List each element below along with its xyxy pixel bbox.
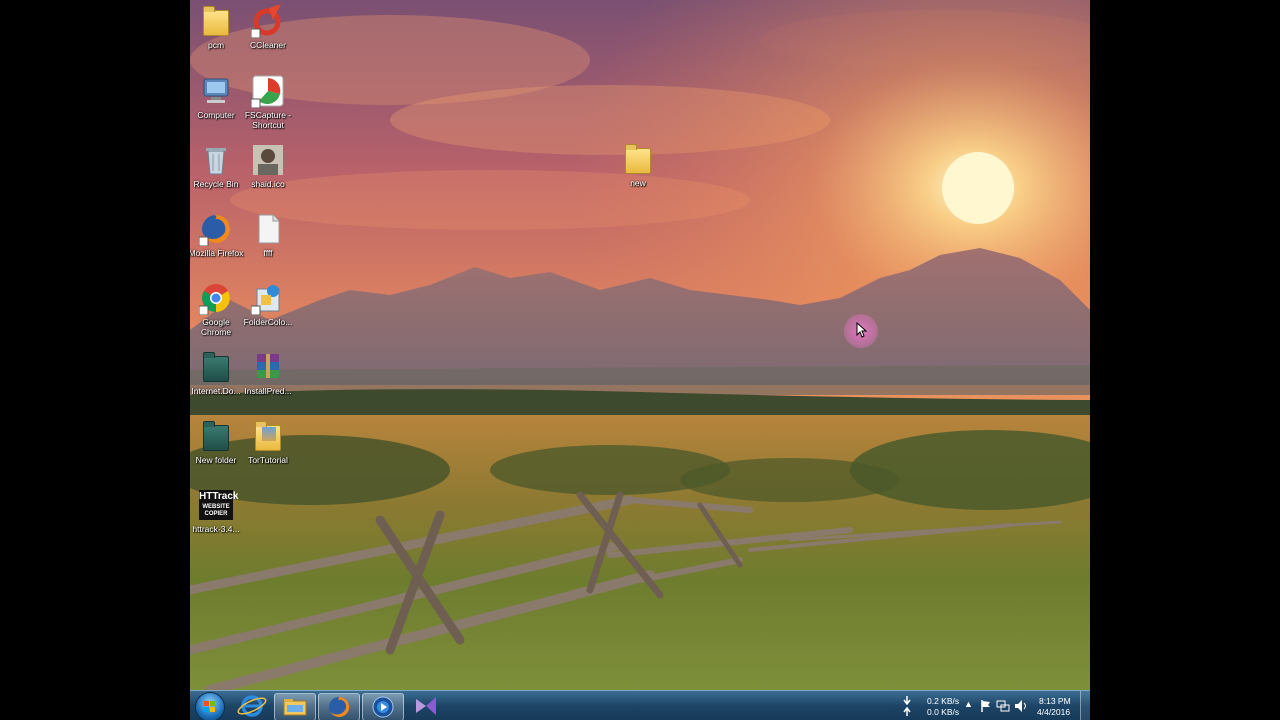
- windows-logo-icon: [204, 701, 215, 712]
- clock-date[interactable]: 4/4/2016: [1037, 707, 1070, 717]
- httrack-icon: HTTrack WEBSITE COPIER: [197, 488, 238, 522]
- desktop-icon-label: Internet.Do...: [191, 386, 241, 396]
- desktop-icon-label: Computer: [197, 110, 235, 120]
- computer-icon: [199, 74, 233, 108]
- folder-icon: [199, 350, 233, 384]
- windows-explorer-icon: [283, 699, 307, 716]
- desktop-icon-internet-download[interactable]: Internet.Do...: [190, 350, 244, 396]
- taskbar: 0.2 KB/s 0.0 KB/s ▲ 8:13 PM 4/4/2016: [190, 690, 1090, 720]
- file-icon: [251, 212, 285, 246]
- folder-icon: [199, 4, 233, 38]
- desktop-icon-label: ffff: [263, 248, 273, 258]
- folder-icon: [621, 142, 655, 176]
- desktop-icon-label: httrack-3.4...: [192, 524, 240, 534]
- folder-icon: [199, 419, 233, 453]
- desktop-icon-tortutorial[interactable]: TorTutorial: [240, 419, 296, 465]
- desktop-icon-label: TorTutorial: [248, 455, 288, 465]
- desktop-icon-chrome[interactable]: Google Chrome: [190, 281, 244, 337]
- desktop-icon-shaid-ico[interactable]: shaid.ico: [240, 143, 296, 189]
- taskbar-internet-explorer[interactable]: [232, 693, 272, 719]
- desktop-icon-label: new: [630, 178, 646, 188]
- desktop-icon-httrack[interactable]: HTTrack WEBSITE COPIER httrack-3.4...: [190, 488, 244, 534]
- clock-time[interactable]: 8:13 PM: [1039, 696, 1071, 706]
- desktop-icon-ccleaner[interactable]: CCleaner: [240, 4, 296, 50]
- desktop-icon-label: Recycle Bin: [193, 179, 239, 189]
- desktop-icon-label: FolderColo...: [243, 317, 293, 327]
- desktop-screen: pcm CCleaner Computer FSCapture - Shortc…: [190, 0, 1090, 720]
- media-player-icon: [372, 696, 394, 718]
- desktop-icon-computer[interactable]: Computer: [190, 74, 244, 120]
- desktop-icon-foldercolorizer[interactable]: FolderColo...: [240, 281, 296, 327]
- desktop-icon-installpred[interactable]: InstallPred...: [240, 350, 296, 396]
- desktop-icon-firefox[interactable]: Mozilla Firefox: [190, 212, 244, 258]
- recycle-bin-icon: [199, 143, 233, 177]
- network-upload-rate: 0.2 KB/s: [927, 696, 960, 706]
- winrar-archive-icon: [251, 350, 285, 384]
- taskbar-firefox[interactable]: [318, 693, 360, 720]
- installer-icon: [250, 281, 285, 316]
- desktop-icon-label: InstallPred...: [244, 386, 292, 396]
- desktop-icon-fscapture[interactable]: FSCapture - Shortcut: [240, 74, 296, 130]
- desktop-icon-new[interactable]: new: [610, 142, 666, 188]
- fscapture-icon: [250, 74, 285, 109]
- firefox-icon: [329, 696, 350, 717]
- desktop-icon-label: Google Chrome: [200, 317, 232, 337]
- show-desktop-button[interactable]: [1080, 691, 1090, 720]
- desktop-icon-label: FSCapture - Shortcut: [244, 110, 292, 130]
- volume-icon[interactable]: [1014, 699, 1028, 713]
- network-arrows-icon: [903, 696, 911, 716]
- taskbar-media-player[interactable]: [362, 693, 404, 720]
- desktop-icon-pcm[interactable]: pcm: [190, 4, 244, 50]
- desktop-icon-label: Mozilla Firefox: [190, 248, 244, 258]
- desktop-icon-ffff[interactable]: ffff: [240, 212, 296, 258]
- internet-explorer-icon: [237, 695, 267, 717]
- desktop-wallpaper: [190, 0, 1090, 690]
- start-button[interactable]: [195, 692, 225, 720]
- desktop-icon-recycle-bin[interactable]: Recycle Bin: [190, 143, 244, 189]
- desktop-icon-label: shaid.ico: [251, 179, 285, 189]
- desktop-icon-new-folder[interactable]: New folder: [190, 419, 244, 465]
- image-file-icon: [251, 143, 285, 177]
- desktop-icon-label: CCleaner: [250, 40, 286, 50]
- firefox-icon: [198, 212, 233, 247]
- mouse-pointer-icon: [856, 322, 868, 338]
- network-download-rate: 0.0 KB/s: [927, 707, 960, 717]
- action-center-flag-icon[interactable]: [980, 699, 992, 713]
- ccleaner-icon: [250, 4, 285, 39]
- desktop-icon-label: pcm: [207, 40, 225, 50]
- network-status-icon[interactable]: [996, 699, 1010, 713]
- show-hidden-icons-button[interactable]: ▲: [964, 699, 973, 709]
- chrome-icon: [198, 281, 233, 316]
- desktop-icon-label: New folder: [195, 455, 237, 465]
- taskbar-visual-studio[interactable]: [406, 693, 446, 719]
- visual-studio-icon: [416, 697, 436, 715]
- folder-icon: [251, 419, 285, 453]
- taskbar-windows-explorer[interactable]: [274, 693, 316, 720]
